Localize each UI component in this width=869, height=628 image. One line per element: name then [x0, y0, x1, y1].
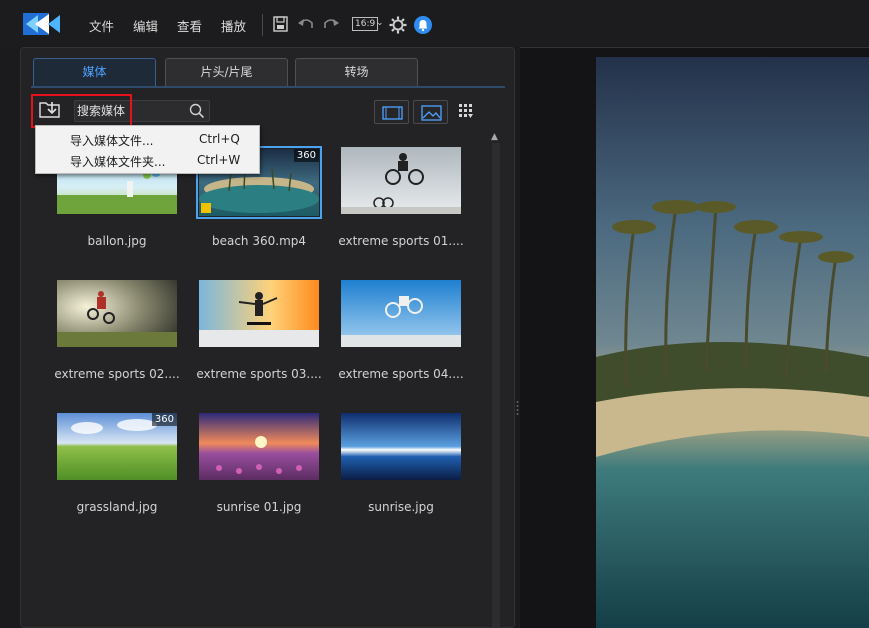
- view-thumbnails-button[interactable]: [413, 100, 448, 124]
- panel-resize-handle[interactable]: [516, 400, 519, 416]
- tab-transitions[interactable]: 转场: [295, 58, 418, 86]
- settings-gear-icon[interactable]: [389, 15, 407, 35]
- menu-edit[interactable]: 编辑: [133, 16, 158, 35]
- media-caption: extreme sports 03....: [196, 367, 322, 381]
- top-menu-bar: 文件 编辑 查看 播放 16:9 ⌄: [0, 0, 869, 47]
- media-thumb-extreme-sports-04[interactable]: [341, 280, 461, 347]
- menu-file[interactable]: 文件: [89, 16, 114, 35]
- preview-window: [520, 47, 869, 628]
- media-caption: sunrise.jpg: [368, 500, 434, 514]
- toolbar-divider: [262, 14, 263, 36]
- badge-360: 360: [293, 149, 319, 162]
- import-media-files-item[interactable]: 导入媒体文件...: [70, 132, 153, 149]
- media-caption: extreme sports 02....: [54, 367, 180, 381]
- import-dropdown-menu: 导入媒体文件... Ctrl+Q 导入媒体文件夹... Ctrl+W: [35, 125, 260, 174]
- import-files-shortcut: Ctrl+Q: [199, 132, 240, 146]
- app-logo-icon: [23, 13, 60, 35]
- aspect-ratio-selector[interactable]: 16:9: [352, 17, 379, 31]
- media-caption: beach 360.mp4: [211, 234, 307, 248]
- preview-image: [596, 57, 869, 628]
- media-thumb-extreme-sports-02[interactable]: [57, 280, 177, 347]
- app-window: 文件 编辑 查看 播放 16:9 ⌄ 媒体 片头/片尾 转场 搜索媒体 导入媒体…: [0, 0, 869, 628]
- scroll-up-arrow-icon[interactable]: ▲: [491, 132, 498, 142]
- notification-bell-icon[interactable]: [414, 16, 432, 34]
- sort-grid-icon[interactable]: [458, 103, 474, 119]
- import-media-folder-item[interactable]: 导入媒体文件夹...: [70, 153, 165, 170]
- filmstrip-icon: [382, 106, 403, 120]
- image-icon: [421, 105, 442, 121]
- redo-icon[interactable]: [322, 14, 340, 34]
- tab-underline: [31, 86, 505, 88]
- undo-icon[interactable]: [297, 14, 315, 34]
- vertical-scrollbar[interactable]: [492, 143, 500, 628]
- search-icon[interactable]: [189, 103, 205, 119]
- media-caption: ballon.jpg: [87, 234, 147, 248]
- media-thumb-extreme-sports-03[interactable]: [199, 280, 319, 347]
- media-thumb-sunrise-01[interactable]: [199, 413, 319, 480]
- media-caption: extreme sports 01....: [338, 234, 464, 248]
- media-thumb-sunrise[interactable]: [341, 413, 461, 480]
- save-icon[interactable]: [272, 14, 290, 34]
- media-thumb-grassland[interactable]: 360: [57, 413, 177, 480]
- badge-360: 360: [151, 413, 177, 426]
- view-details-button[interactable]: [374, 100, 409, 124]
- tab-media[interactable]: 媒体: [33, 58, 156, 86]
- media-caption: grassland.jpg: [76, 500, 158, 514]
- tab-intro-outro[interactable]: 片头/片尾: [165, 58, 288, 86]
- media-caption: sunrise 01.jpg: [216, 500, 302, 514]
- media-room-panel: 媒体 片头/片尾 转场 搜索媒体 导入媒体文件... Ctrl+Q 导入媒体文件…: [20, 47, 515, 628]
- media-thumb-extreme-sports-01[interactable]: [341, 147, 461, 214]
- import-folder-shortcut: Ctrl+W: [197, 153, 241, 167]
- media-caption: extreme sports 04....: [338, 367, 464, 381]
- menu-view[interactable]: 查看: [177, 16, 202, 35]
- menu-play[interactable]: 播放: [221, 16, 246, 35]
- chevron-down-icon[interactable]: ⌄: [376, 18, 384, 28]
- annotation-highlight-box: [31, 94, 132, 128]
